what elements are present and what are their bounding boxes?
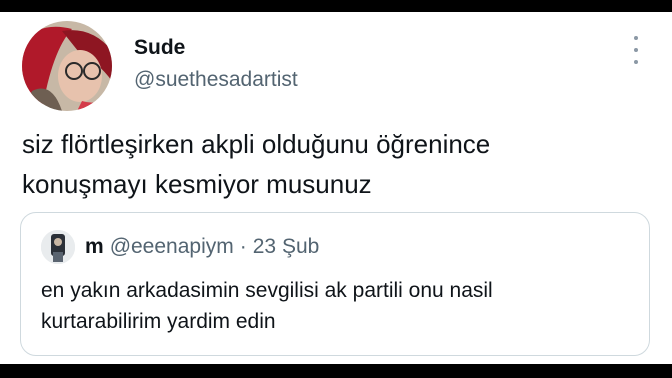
more-vertical-icon[interactable]: [628, 36, 644, 64]
author-avatar-image: [22, 21, 112, 111]
tweet-text-line: konuşmayı kesmiyor musunuz: [22, 169, 372, 199]
author-handle[interactable]: @suethesadartist: [134, 68, 298, 92]
quoted-text-line: kurtarabilirim yardim edin: [41, 310, 276, 333]
author-avatar[interactable]: [22, 21, 112, 111]
quoted-tweet[interactable]: m @eeenapiym · 23 Şub en yakın arkadasimin …: [20, 212, 650, 356]
quoted-author-name[interactable]: m: [85, 235, 104, 258]
tweet-card: Sude @suethesadartist siz flörtleşirken …: [0, 12, 672, 364]
quoted-tweet-date[interactable]: 23 Şub: [253, 235, 320, 258]
quoted-author-avatar[interactable]: [41, 230, 75, 264]
quoted-author-handle[interactable]: @eeenapiym: [110, 235, 234, 258]
tweet-text: siz flörtleşirken akpli olduğunu öğrenin…: [22, 124, 642, 204]
header-separator: ·: [239, 235, 247, 258]
author-display-name[interactable]: Sude: [134, 36, 185, 60]
tweet-text-line: siz flörtleşirken akpli olduğunu öğrenin…: [22, 129, 491, 159]
quoted-tweet-header: m @eeenapiym · 23 Şub: [85, 235, 319, 259]
quoted-author-avatar-image: [41, 230, 75, 264]
quoted-text-line: en yakın arkadasimin sevgilisi ak partil…: [41, 279, 493, 302]
quoted-tweet-text: en yakın arkadasimin sevgilisi ak partil…: [41, 275, 631, 337]
